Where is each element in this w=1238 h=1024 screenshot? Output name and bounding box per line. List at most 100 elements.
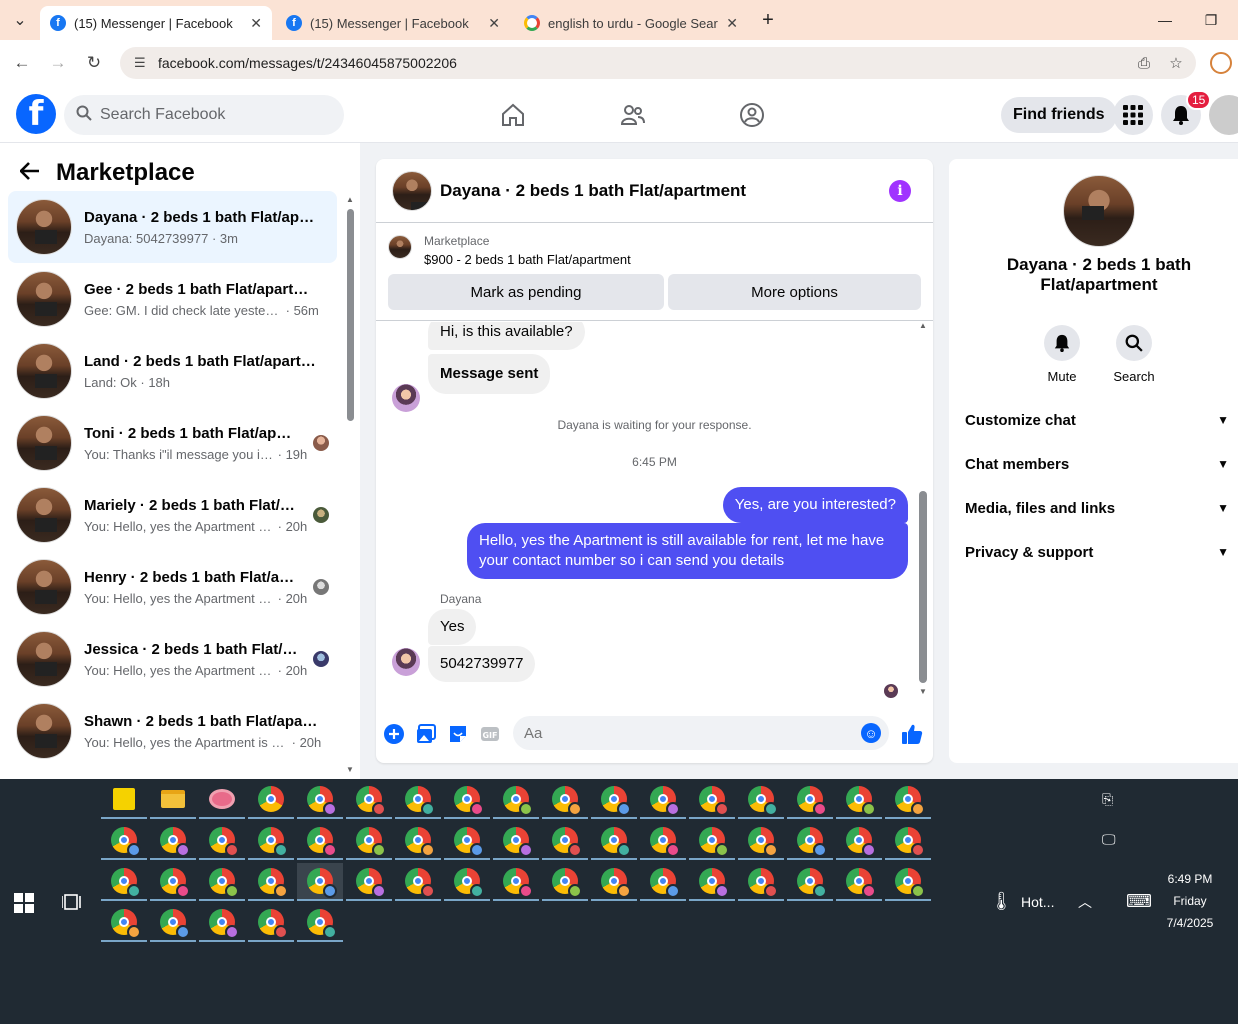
clock-time[interactable]: 6:49 PM (1160, 872, 1220, 886)
chrome-profile-icon[interactable] (199, 822, 245, 860)
chrome-profile-icon[interactable] (297, 904, 343, 942)
chrome-profile-icon[interactable] (101, 822, 147, 860)
chat-members-row[interactable]: Chat members ▼ (965, 452, 1235, 476)
plus-actions-icon[interactable] (384, 724, 404, 744)
mark-as-pending-button[interactable]: Mark as pending (388, 274, 664, 310)
chrome-profile-icon[interactable] (738, 822, 784, 860)
weather-widget[interactable]: Hot... (1021, 894, 1054, 910)
chrome-profile-icon[interactable] (689, 863, 735, 901)
address-bar[interactable]: ☰ facebook.com/messages/t/24346045875002… (120, 47, 1196, 79)
chrome-profile-icon[interactable] (297, 781, 343, 819)
chrome-profile-icon[interactable] (493, 863, 539, 901)
show-hidden-icons-chevron-icon[interactable]: ︿ (1078, 892, 1092, 912)
chrome-profile-icon[interactable] (199, 904, 245, 942)
install-app-icon[interactable]: ⎙ (1132, 55, 1156, 72)
incoming-message[interactable]: Hi, is this available? (428, 322, 585, 350)
chrome-profile-icon[interactable] (297, 822, 343, 860)
chrome-profile-icon[interactable] (836, 822, 882, 860)
message-input-box[interactable]: ☺ (513, 716, 889, 750)
chrome-profile-icon[interactable] (787, 822, 833, 860)
sticky-notes-icon[interactable] (101, 781, 147, 819)
groups-icon[interactable] (737, 100, 767, 130)
photo-attach-icon[interactable] (416, 724, 436, 744)
conversation-item-henry[interactable]: Henry · 2 beds 1 bath Flat/apartment You… (8, 551, 337, 623)
scrollbar-thumb[interactable] (347, 209, 354, 421)
sender-avatar[interactable] (392, 648, 420, 676)
reload-icon[interactable]: ↻ (82, 51, 106, 75)
tab-close-icon[interactable]: ✕ (726, 15, 738, 32)
chrome-profile-icon[interactable] (640, 781, 686, 819)
facebook-logo-icon[interactable]: f (16, 94, 56, 134)
chrome-profile-icon[interactable] (150, 904, 196, 942)
tab-close-icon[interactable]: ✕ (488, 15, 500, 32)
file-explorer-icon[interactable] (150, 781, 196, 819)
chrome-profile-icon[interactable] (738, 863, 784, 901)
media-files-links-row[interactable]: Media, files and links ▼ (965, 496, 1235, 520)
conversation-info-icon[interactable]: i (889, 180, 911, 202)
windows-start-icon[interactable] (14, 893, 34, 918)
chrome-profile-icon[interactable] (640, 863, 686, 901)
menu-grid-icon[interactable] (1113, 95, 1153, 135)
chrome-profile-icon[interactable] (150, 863, 196, 901)
message-input[interactable] (524, 724, 861, 742)
task-view-icon[interactable] (61, 893, 82, 916)
chrome-profile-icon[interactable] (885, 781, 931, 819)
restore-icon[interactable]: ❐ (1198, 8, 1224, 32)
account-avatar[interactable] (1209, 95, 1238, 135)
thermometer-icon[interactable]: 🌡 (990, 891, 1013, 912)
conversation-item-shawn[interactable]: Shawn · 2 beds 1 bath Flat/apartment You… (8, 695, 337, 767)
profile-avatar-icon[interactable] (1210, 52, 1232, 74)
chrome-profile-icon[interactable] (444, 863, 490, 901)
chrome-profile-icon[interactable] (885, 822, 931, 860)
search-in-conversation-button[interactable]: Search (1104, 325, 1164, 384)
network-icon[interactable]: 🖵 (1102, 831, 1116, 848)
mute-button[interactable]: Mute (1032, 325, 1092, 384)
chrome-profile-icon[interactable] (395, 863, 441, 901)
scrollbar-thumb[interactable] (919, 491, 927, 683)
tab-search-chevron-icon[interactable]: ⌄ (8, 8, 32, 32)
keyboard-icon[interactable]: ⌨ (1126, 891, 1152, 912)
chrome-profile-icon[interactable] (542, 781, 588, 819)
scroll-up-icon[interactable]: ▲ (919, 321, 927, 330)
chrome-profile-icon[interactable] (836, 781, 882, 819)
chrome-profile-icon[interactable] (101, 904, 147, 942)
tab-close-icon[interactable]: ✕ (250, 15, 262, 32)
clock-day[interactable]: Friday (1160, 894, 1220, 908)
scroll-down-icon[interactable]: ▼ (346, 765, 354, 774)
chrome-profile-icon[interactable] (493, 781, 539, 819)
conversation-item-jessica[interactable]: Jessica · 2 beds 1 bath Flat/apartment Y… (8, 623, 337, 695)
chrome-profile-icon[interactable] (542, 822, 588, 860)
emoji-icon[interactable]: ☺ (861, 723, 881, 743)
browser-tab-messenger-1[interactable]: f (15) Messenger | Facebook ✕ (40, 6, 272, 40)
chrome-profile-icon[interactable] (444, 781, 490, 819)
bookmark-star-icon[interactable]: ☆ (1164, 54, 1188, 72)
url-text[interactable]: facebook.com/messages/t/2434604587500220… (158, 55, 1132, 71)
chrome-profile-icon[interactable] (346, 822, 392, 860)
listing-price-title[interactable]: $900 - 2 beds 1 bath Flat/apartment (424, 252, 631, 267)
conversation-list-scrollbar[interactable]: ▲ ▼ (346, 195, 354, 775)
listing-thumbnail[interactable] (388, 235, 412, 259)
chrome-profile-icon[interactable] (738, 781, 784, 819)
meet-now-icon[interactable]: ⎘ (1102, 791, 1113, 808)
new-tab-button[interactable]: + (755, 8, 781, 32)
chrome-profile-icon[interactable] (689, 781, 735, 819)
chrome-profile-icon[interactable] (248, 781, 294, 819)
chrome-profile-icon[interactable] (787, 781, 833, 819)
facebook-search-input[interactable] (100, 106, 320, 124)
incoming-message[interactable]: 5042739977 (428, 646, 536, 682)
chrome-profile-icon[interactable] (444, 822, 490, 860)
thumbs-up-icon[interactable] (900, 722, 924, 746)
listing-avatar[interactable] (1063, 175, 1135, 247)
chrome-profile-icon[interactable] (542, 863, 588, 901)
outgoing-message[interactable]: Hello, yes the Apartment is still availa… (467, 523, 908, 579)
find-friends-button[interactable]: Find friends (1001, 97, 1117, 133)
customize-chat-row[interactable]: Customize chat ▼ (965, 408, 1235, 432)
facebook-search-box[interactable] (64, 95, 344, 135)
bell-icon[interactable] (1044, 325, 1080, 361)
chrome-profile-icon[interactable] (248, 822, 294, 860)
search-icon[interactable] (1116, 325, 1152, 361)
chrome-profile-icon[interactable] (248, 904, 294, 942)
forward-arrow-icon[interactable]: → (46, 51, 70, 75)
conversation-item-land[interactable]: Land · 2 beds 1 bath Flat/apartment Land… (8, 335, 337, 407)
chat-scrollbar[interactable]: ▲ ▼ (919, 321, 927, 696)
